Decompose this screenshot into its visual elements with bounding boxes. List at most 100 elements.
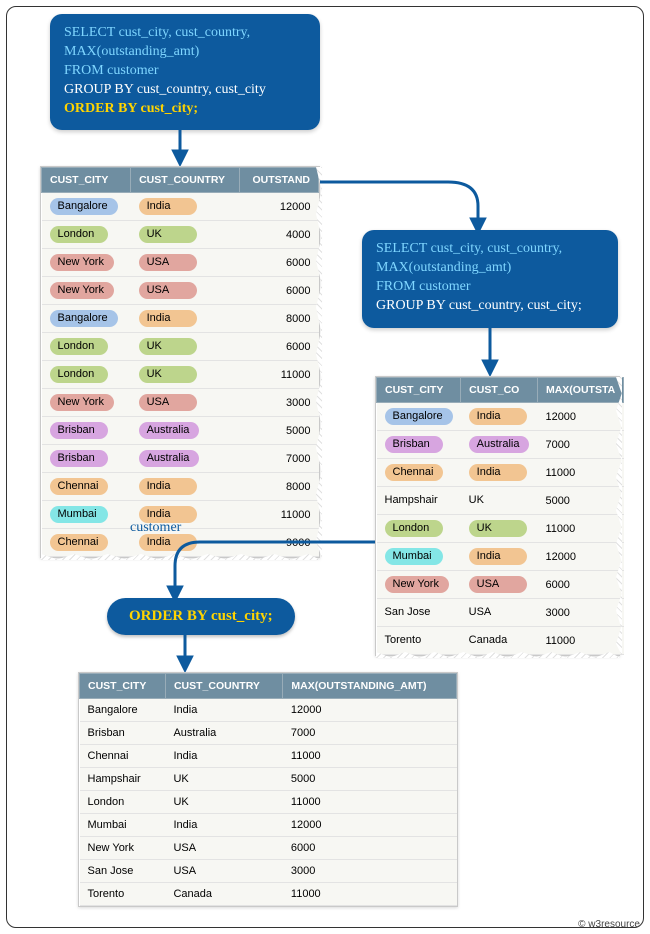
col-header: OUTSTAND bbox=[240, 168, 319, 193]
table-row: London UK 11000 bbox=[42, 361, 319, 389]
cell-city: Bangalore bbox=[80, 699, 166, 722]
cell-country: UK bbox=[469, 492, 527, 509]
table-row: London UK 11000 bbox=[80, 791, 457, 814]
table-row: New York USA 3000 bbox=[42, 389, 319, 417]
cell-amt: 6000 bbox=[240, 277, 319, 305]
cell-country: India bbox=[165, 699, 282, 722]
table-final-result: CUST_CITY CUST_COUNTRY MAX(OUTSTANDING_A… bbox=[78, 672, 458, 907]
cell-amt: 6000 bbox=[240, 333, 319, 361]
cell-city: Torento bbox=[80, 883, 166, 906]
cell-city: Chennai bbox=[80, 745, 166, 768]
arrow-icon bbox=[470, 314, 510, 376]
arrow-icon bbox=[318, 176, 498, 236]
cell-country: USA bbox=[165, 860, 282, 883]
sql-line: FROM customer bbox=[64, 62, 306, 81]
sql-box-groupby-query: SELECT cust_city, cust_country, MAX(outs… bbox=[362, 230, 618, 328]
cell-amt: 12000 bbox=[537, 543, 623, 571]
cell-country: India bbox=[139, 478, 197, 495]
table-row: Torento Canada 11000 bbox=[80, 883, 457, 906]
cell-amt: 6000 bbox=[240, 249, 319, 277]
cell-country: USA bbox=[139, 254, 197, 271]
cell-amt: 11000 bbox=[537, 515, 623, 543]
cell-amt: 11000 bbox=[240, 501, 319, 529]
cell-city: Hampshair bbox=[385, 492, 448, 509]
cell-country: Australia bbox=[139, 422, 200, 439]
cell-country: USA bbox=[469, 576, 527, 593]
cell-amt: 5000 bbox=[537, 487, 623, 515]
cell-city: Bangalore bbox=[50, 198, 118, 215]
col-header: CUST_CITY bbox=[42, 168, 131, 193]
cell-amt: 6000 bbox=[283, 837, 457, 860]
cell-city: London bbox=[385, 520, 443, 537]
cell-country: India bbox=[139, 198, 197, 215]
table-row: Brisban Australia 7000 bbox=[377, 431, 624, 459]
cell-amt: 3000 bbox=[240, 389, 319, 417]
table-row: Brisban Australia 5000 bbox=[42, 417, 319, 445]
cell-amt: 6000 bbox=[537, 571, 623, 599]
cell-amt: 12000 bbox=[240, 193, 319, 221]
cell-amt: 7000 bbox=[537, 431, 623, 459]
table-row: New York USA 6000 bbox=[377, 571, 624, 599]
cell-country: UK bbox=[139, 366, 197, 383]
col-header: CUST_CO bbox=[461, 378, 538, 403]
cell-city: Bangalore bbox=[50, 310, 118, 327]
cell-country: India bbox=[469, 408, 527, 425]
cell-country: USA bbox=[139, 282, 197, 299]
cell-amt: 12000 bbox=[283, 699, 457, 722]
cell-city: Brisban bbox=[385, 436, 443, 453]
cell-city: San Jose bbox=[80, 860, 166, 883]
cell-country: Canada bbox=[469, 632, 527, 649]
cell-amt: 11000 bbox=[537, 459, 623, 487]
arrow-icon bbox=[160, 118, 200, 166]
cell-city: Brisban bbox=[50, 422, 108, 439]
cell-country: USA bbox=[139, 394, 197, 411]
cell-city: New York bbox=[50, 394, 114, 411]
sql-line: FROM customer bbox=[376, 278, 604, 297]
cell-country: UK bbox=[139, 338, 197, 355]
table-row: Chennai India 11000 bbox=[377, 459, 624, 487]
cell-city: Chennai bbox=[50, 534, 109, 551]
cell-city: Torento bbox=[385, 632, 443, 649]
cell-amt: 11000 bbox=[283, 791, 457, 814]
cell-amt: 4000 bbox=[240, 221, 319, 249]
cell-city: London bbox=[50, 366, 108, 383]
cell-amt: 3000 bbox=[537, 599, 623, 627]
col-header: MAX(OUTSTA bbox=[537, 378, 623, 403]
cell-country: India bbox=[469, 548, 527, 565]
cell-country: India bbox=[139, 310, 197, 327]
cell-country: USA bbox=[165, 837, 282, 860]
table-row: Bangalore India 12000 bbox=[80, 699, 457, 722]
table-row: New York USA 6000 bbox=[42, 249, 319, 277]
cell-city: Mumbai bbox=[80, 814, 166, 837]
cell-city: London bbox=[50, 338, 108, 355]
cell-amt: 11000 bbox=[537, 627, 623, 655]
cell-city: New York bbox=[50, 282, 114, 299]
cell-city: Chennai bbox=[385, 464, 444, 481]
sql-box-full-query: SELECT cust_city, cust_country, MAX(outs… bbox=[50, 14, 320, 130]
cell-city: London bbox=[50, 226, 108, 243]
table-row: New York USA 6000 bbox=[80, 837, 457, 860]
cell-country: India bbox=[165, 814, 282, 837]
table-row: Brisban Australia 7000 bbox=[42, 445, 319, 473]
arrow-icon bbox=[165, 632, 205, 672]
cell-country: USA bbox=[469, 604, 527, 621]
cell-country: India bbox=[469, 464, 527, 481]
cell-amt: 3000 bbox=[283, 860, 457, 883]
table-row: Brisban Australia 7000 bbox=[80, 722, 457, 745]
sql-line: MAX(outstanding_amt) bbox=[64, 43, 306, 62]
cell-city: Chennai bbox=[50, 478, 109, 495]
table-groupby-result: CUST_CITY CUST_CO MAX(OUTSTA Bangalore I… bbox=[375, 376, 620, 656]
cell-city: Hampshair bbox=[80, 768, 166, 791]
table-row: Hampshair UK 5000 bbox=[377, 487, 624, 515]
table-customer-raw: CUST_CITY CUST_COUNTRY OUTSTAND Bangalor… bbox=[40, 166, 320, 558]
cell-city: New York bbox=[50, 254, 114, 271]
sql-pill-text: ORDER BY cust_city; bbox=[129, 608, 273, 624]
cell-city: New York bbox=[385, 576, 449, 593]
col-header: CUST_COUNTRY bbox=[165, 674, 282, 699]
col-header: CUST_COUNTRY bbox=[131, 168, 240, 193]
cell-country: Canada bbox=[165, 883, 282, 906]
sql-line: GROUP BY cust_country, cust_city; bbox=[376, 297, 604, 316]
cell-country: UK bbox=[469, 520, 527, 537]
table-row: Torento Canada 11000 bbox=[377, 627, 624, 655]
table-row: London UK 11000 bbox=[377, 515, 624, 543]
